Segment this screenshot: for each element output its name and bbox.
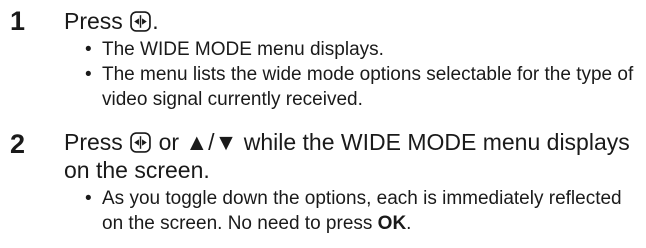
step-number: 2 xyxy=(10,129,26,159)
ok-key-label: OK xyxy=(377,213,407,234)
step-number: 1 xyxy=(10,6,26,36)
bullet-item: As you toggle down the options, each is … xyxy=(84,186,634,236)
wide-mode-button-icon xyxy=(130,132,151,153)
step-text: Press xyxy=(64,129,130,155)
bullet-item: The menu lists the wide mode options sel… xyxy=(84,62,634,112)
step-text: or xyxy=(152,129,186,155)
bullet-list: As you toggle down the options, each is … xyxy=(0,186,634,236)
bullet-item: The WIDE MODE menu displays. xyxy=(84,37,634,62)
step-instruction: Press or ▲/▼ while the WIDE MODE menu di… xyxy=(64,128,634,184)
step-text: . xyxy=(152,8,159,34)
step-2: 2 Press or ▲/▼ while the WIDE MODE menu … xyxy=(0,128,646,236)
step-text: Press xyxy=(64,8,130,34)
instruction-page: 1 Press . The WIDE MODE menu displays. T… xyxy=(0,0,646,248)
wide-mode-button-icon xyxy=(130,11,151,32)
bullet-text: As you toggle down the options, each is … xyxy=(102,188,622,234)
step-1: 1 Press . The WIDE MODE menu displays. T… xyxy=(0,5,646,112)
step-instruction: Press . xyxy=(64,5,634,35)
bullet-list: The WIDE MODE menu displays. The menu li… xyxy=(0,37,634,112)
bullet-text: . xyxy=(406,213,412,234)
up-down-arrows: ▲/▼ xyxy=(185,129,238,155)
